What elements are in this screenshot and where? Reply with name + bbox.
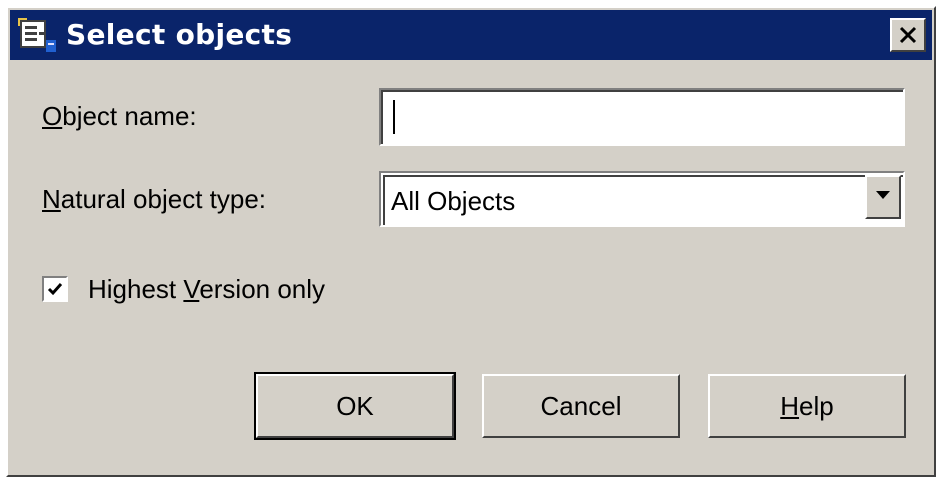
cancel-button[interactable]: Cancel: [482, 374, 680, 438]
window-title: Select objects: [66, 18, 293, 51]
object-type-label: Natural object type:: [42, 184, 267, 214]
object-type-selected-value: All Objects: [391, 186, 516, 216]
object-type-select-field: All Objects: [383, 175, 903, 225]
object-name-input[interactable]: [379, 88, 905, 146]
highest-version-label[interactable]: Highest Version only: [88, 274, 325, 305]
object-type-select[interactable]: All Objects: [379, 171, 905, 227]
ok-button[interactable]: OK: [254, 372, 456, 440]
title-bar[interactable]: Select objects: [10, 10, 932, 60]
object-name-label: Object name:: [42, 101, 197, 131]
help-button-label: Help: [780, 390, 834, 421]
select-objects-dialog: Select objects Object name: Natural obje…: [6, 6, 936, 477]
close-button[interactable]: [890, 18, 926, 52]
text-caret: [393, 100, 395, 134]
ok-button-label: OK: [336, 390, 374, 421]
highest-version-checkbox[interactable]: [42, 276, 68, 302]
help-button[interactable]: Help: [708, 374, 906, 438]
dropdown-button[interactable]: [865, 175, 901, 219]
app-icon: [18, 18, 58, 54]
cancel-button-label: Cancel: [540, 390, 622, 421]
